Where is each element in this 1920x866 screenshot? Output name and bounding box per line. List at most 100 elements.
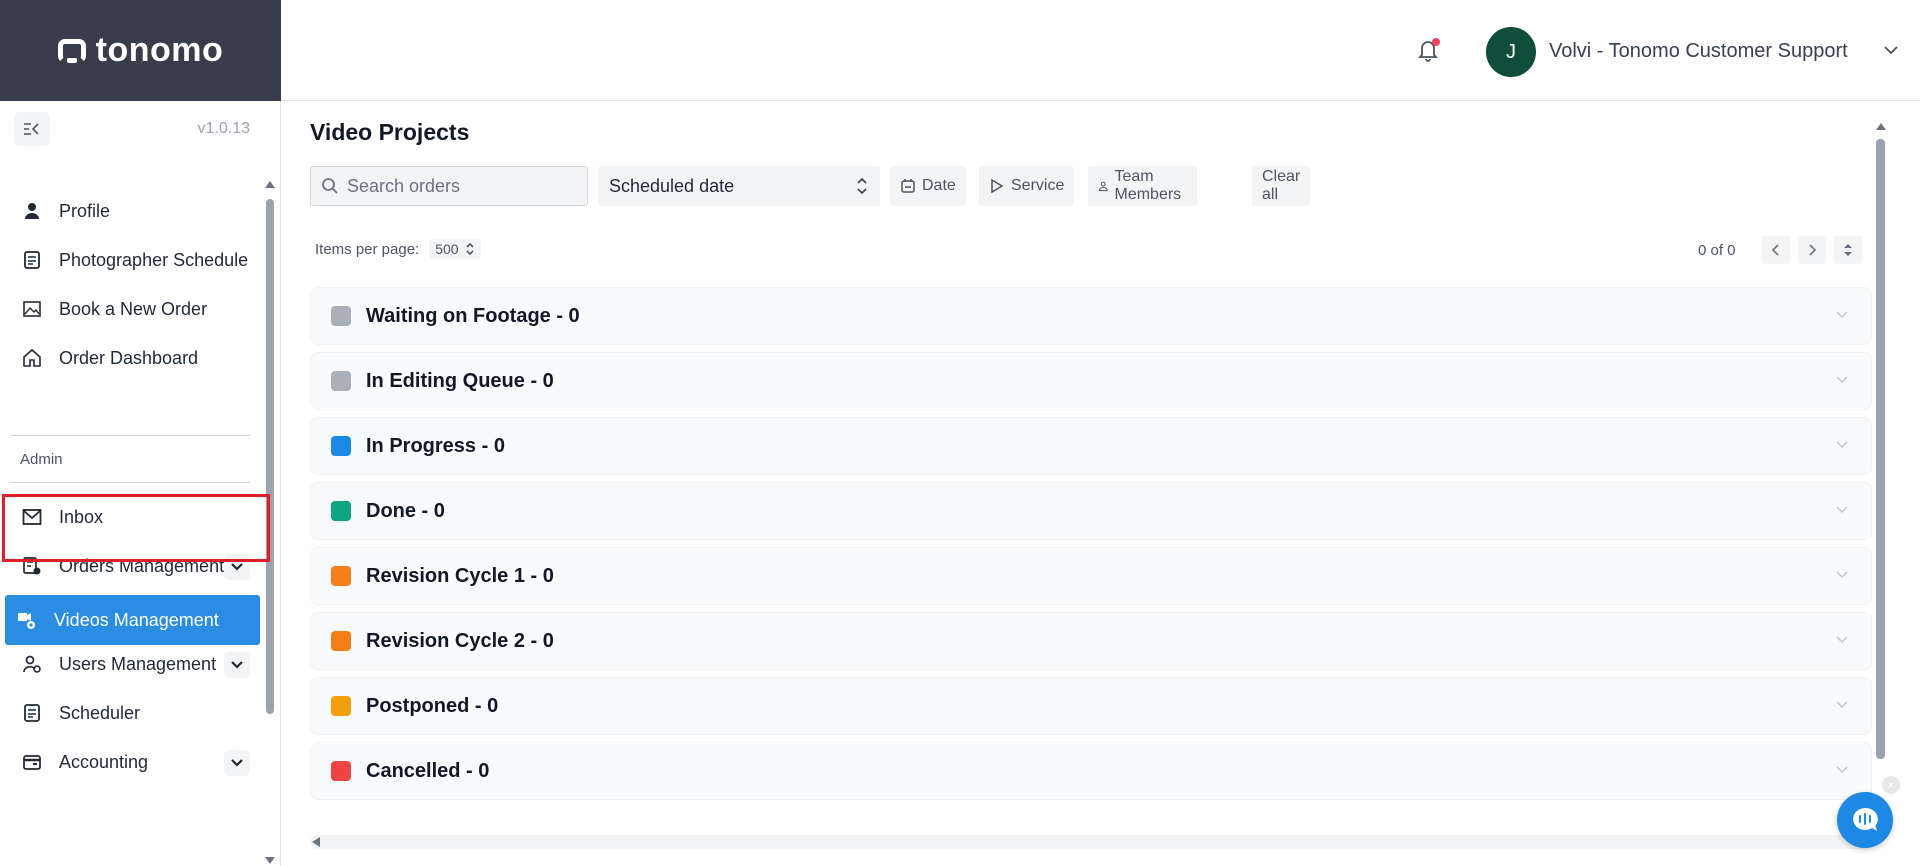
- status-swatch: [331, 371, 351, 391]
- horizontal-scrollbar[interactable]: [310, 835, 1870, 849]
- sidebar-item-users-management[interactable]: Users Management: [10, 640, 260, 688]
- status-group-label: Done - 0: [366, 499, 445, 522]
- sidebar-item-profile[interactable]: Profile: [10, 187, 260, 235]
- items-per-page-label: Items per page:: [315, 240, 420, 258]
- updown-icon: [857, 177, 867, 195]
- sort-select-value: Scheduled date: [609, 175, 735, 196]
- status-group[interactable]: In Progress - 0: [310, 417, 1872, 475]
- service-filter-button[interactable]: Service: [979, 166, 1075, 206]
- items-per-page-select[interactable]: 500: [429, 239, 481, 259]
- sidebar-scrollbar-thumb[interactable]: [266, 199, 274, 714]
- clear-all-button[interactable]: Clear all: [1252, 166, 1311, 206]
- status-group[interactable]: Cancelled - 0: [310, 742, 1872, 800]
- search-icon: [322, 178, 338, 194]
- scroll-up-icon[interactable]: [265, 181, 275, 188]
- status-swatch: [331, 761, 351, 781]
- status-group[interactable]: Done - 0: [310, 482, 1872, 540]
- status-group[interactable]: Waiting on Footage - 0: [310, 287, 1872, 345]
- avatar[interactable]: J: [1486, 27, 1536, 77]
- page-size-toggle[interactable]: [1833, 236, 1862, 264]
- pager-text: 0 of 0: [1698, 241, 1736, 259]
- team-members-filter-label: Team Members: [1114, 168, 1182, 203]
- chevron-right-icon: [1808, 244, 1816, 256]
- team-members-filter-button[interactable]: Team Members: [1088, 166, 1197, 206]
- user-icon: [20, 199, 44, 223]
- sidebar-item-label: Book a New Order: [59, 298, 208, 319]
- chat-button[interactable]: [1837, 792, 1893, 848]
- service-filter-label: Service: [1011, 177, 1065, 194]
- collapse-icon: [24, 123, 39, 135]
- chevron-down-icon: [1836, 441, 1848, 449]
- status-group[interactable]: In Editing Queue - 0: [310, 352, 1872, 410]
- sidebar-item-videos-management[interactable]: Videos Management: [5, 595, 260, 645]
- calendar-icon: [20, 701, 44, 725]
- close-icon[interactable]: ×: [1882, 776, 1900, 794]
- wallet-icon: [20, 750, 44, 774]
- sidebar-item-label: Photographer Schedule: [59, 249, 249, 270]
- sidebar-item-label: Inbox: [59, 506, 104, 527]
- status-swatch: [331, 306, 351, 326]
- main-scrollbar-thumb[interactable]: [1876, 139, 1885, 759]
- sidebar-item-accounting[interactable]: Accounting: [10, 738, 260, 786]
- status-group-label: Cancelled - 0: [366, 759, 490, 782]
- scroll-down-icon[interactable]: [265, 857, 275, 864]
- logo[interactable]: tonomo: [57, 31, 224, 70]
- sidebar-item-book-new-order[interactable]: Book a New Order: [10, 285, 260, 333]
- search-input[interactable]: [347, 175, 577, 197]
- chevron-down-icon: [1836, 766, 1848, 774]
- play-icon: [991, 178, 1004, 194]
- status-group[interactable]: Revision Cycle 2 - 0: [310, 612, 1872, 670]
- search-box[interactable]: [310, 166, 588, 206]
- scroll-left-icon[interactable]: [312, 837, 320, 847]
- sidebar-item-label: Scheduler: [59, 702, 141, 723]
- status-group-label: In Editing Queue - 0: [366, 369, 554, 392]
- pager: 0 of 0: [1698, 236, 1862, 264]
- items-per-page-value: 500: [435, 241, 459, 257]
- user-icon: [1098, 181, 1108, 192]
- chevron-down-icon: [1836, 311, 1848, 319]
- chevron-down-icon[interactable]: [1883, 44, 1899, 56]
- prev-page-button[interactable]: [1761, 236, 1790, 264]
- sort-select[interactable]: Scheduled date: [598, 166, 880, 206]
- expand-button[interactable]: [224, 750, 250, 776]
- avatar-initial: J: [1506, 40, 1516, 63]
- chevron-down-icon: [1836, 506, 1848, 514]
- sidebar-item-orders-management[interactable]: Orders Management: [10, 542, 260, 590]
- chevron-down-icon: [231, 759, 243, 767]
- sidebar-item-inbox[interactable]: Inbox: [10, 493, 260, 541]
- chevron-down-icon: [1836, 701, 1848, 709]
- users-gear-icon: [20, 652, 44, 676]
- sidebar-item-label: Videos Management: [54, 609, 219, 630]
- sidebar-item-photographer-schedule[interactable]: Photographer Schedule: [10, 236, 260, 284]
- mail-icon: [20, 505, 44, 529]
- divider: [10, 435, 250, 436]
- status-group[interactable]: Revision Cycle 1 - 0: [310, 547, 1872, 605]
- status-group[interactable]: Postponed - 0: [310, 677, 1872, 735]
- status-group-label: Revision Cycle 1 - 0: [366, 564, 554, 587]
- video-icon: [15, 608, 39, 632]
- expand-button[interactable]: [224, 554, 250, 580]
- orders-icon: [20, 554, 44, 578]
- chevron-down-icon: [231, 563, 243, 571]
- chevron-down-icon: [231, 661, 243, 669]
- status-swatch: [331, 566, 351, 586]
- expand-button[interactable]: [224, 652, 250, 678]
- collapse-sidebar-button[interactable]: [14, 112, 50, 146]
- next-page-button[interactable]: [1797, 236, 1826, 264]
- status-swatch: [331, 631, 351, 651]
- user-name[interactable]: Volvi - Tonomo Customer Support: [1549, 40, 1848, 63]
- main-content: Video Projects Scheduled date Date Servi…: [281, 101, 1920, 866]
- status-group-label: Waiting on Footage - 0: [366, 304, 580, 327]
- clear-all-label: Clear all: [1262, 168, 1301, 203]
- scroll-up-icon[interactable]: [1876, 123, 1886, 130]
- sidebar-item-order-dashboard[interactable]: Order Dashboard: [10, 334, 260, 382]
- status-group-label: Postponed - 0: [366, 694, 499, 717]
- sidebar-item-label: Order Dashboard: [59, 347, 199, 368]
- sidebar-item-scheduler[interactable]: Scheduler: [10, 689, 260, 737]
- status-swatch: [331, 696, 351, 716]
- page-title: Video Projects: [310, 119, 470, 145]
- date-filter-button[interactable]: Date: [890, 166, 966, 206]
- chat-icon: [1853, 807, 1878, 831]
- divider: [10, 482, 250, 483]
- section-label-admin: Admin: [20, 451, 63, 468]
